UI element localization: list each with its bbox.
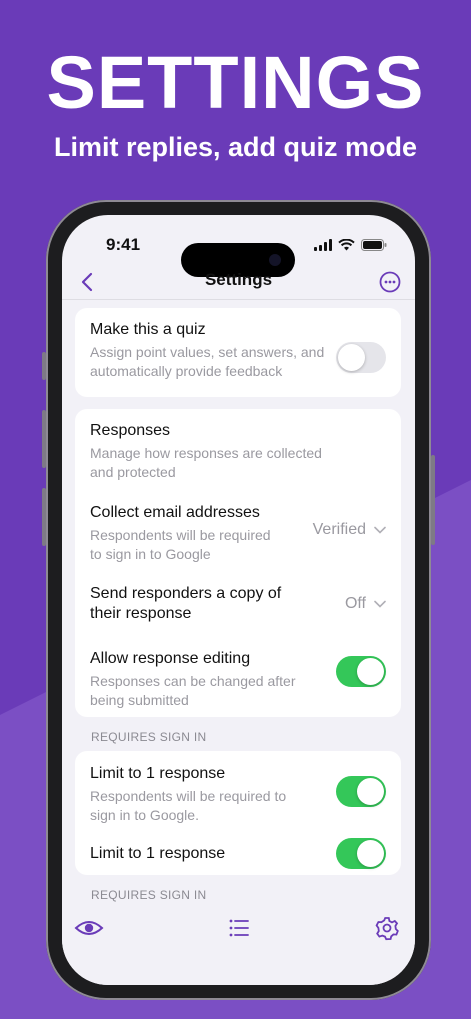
section-label-requires-sign-in: REQUIRES SIGN IN <box>91 730 207 744</box>
responses-title: Responses <box>90 422 171 439</box>
tab-bar <box>62 905 415 985</box>
hero-title: SETTINGS <box>46 41 425 124</box>
limit-row-2: Limit to 1 response <box>90 838 386 869</box>
send-copy-row[interactable]: Send responders a copy of their response… <box>90 584 386 624</box>
collect-email-row[interactable]: Collect email addresses Respondents will… <box>90 503 386 564</box>
toggle-knob <box>338 344 365 371</box>
phone-screen: 9:41 Settings Make this a quiz Assign po… <box>62 215 415 985</box>
quiz-row: Make this a quiz Assign point values, se… <box>90 320 386 381</box>
signal-icon <box>314 239 332 251</box>
eye-icon[interactable] <box>74 915 104 941</box>
wifi-icon <box>338 239 355 251</box>
phone-mute-switch <box>42 352 46 380</box>
phone-volume-up-button <box>42 410 46 468</box>
chevron-down-icon <box>374 526 386 534</box>
chevron-down-icon <box>374 600 386 608</box>
collect-email-description: Respondents will be required to sign in … <box>90 527 271 562</box>
collect-email-value: Verified <box>312 521 366 538</box>
limit-row-1: Limit to 1 response Respondents will be … <box>90 764 386 825</box>
collect-email-select[interactable]: Verified <box>313 521 386 539</box>
page-title: Settings <box>204 270 273 289</box>
list-icon[interactable] <box>224 915 254 941</box>
navigation-bar: Settings <box>62 265 415 299</box>
allow-editing-row: Allow response editing Responses can be … <box>90 649 386 710</box>
responses-header: Responses Manage how responses are colle… <box>90 421 386 482</box>
send-copy-select[interactable]: Off <box>345 595 386 613</box>
toggle-knob <box>357 840 384 867</box>
limit-toggle-2[interactable] <box>336 838 386 869</box>
status-bar: 9:41 <box>62 235 415 277</box>
gear-icon[interactable] <box>372 915 402 941</box>
limit-card: Limit to 1 response Respondents will be … <box>75 751 401 875</box>
collect-email-title: Collect email addresses <box>90 504 260 521</box>
nav-divider <box>62 299 415 300</box>
send-copy-title: Send responders a copy of their response <box>90 585 282 622</box>
quiz-title: Make this a quiz <box>90 321 206 338</box>
limit-toggle-1[interactable] <box>336 776 386 807</box>
phone-volume-down-button <box>42 488 46 546</box>
responses-description: Manage how responses are collected and p… <box>90 445 322 480</box>
quiz-toggle[interactable] <box>336 342 386 373</box>
status-time: 9:41 <box>106 235 141 254</box>
hero-subtitle: Limit replies, add quiz mode <box>53 132 418 162</box>
section-label-requires-sign-in-2: REQUIRES SIGN IN <box>91 888 207 902</box>
limit-description-1: Respondents will be required to sign in … <box>90 788 287 823</box>
allow-editing-toggle[interactable] <box>336 656 386 687</box>
toggle-knob <box>357 658 384 685</box>
quiz-description: Assign point values, set answers, and au… <box>90 344 325 379</box>
allow-editing-description: Responses can be changed after being sub… <box>90 673 296 708</box>
responses-card: Responses Manage how responses are colle… <box>75 409 401 717</box>
send-copy-value: Off <box>344 595 366 612</box>
quiz-card: Make this a quiz Assign point values, se… <box>75 308 401 397</box>
toggle-knob <box>357 778 384 805</box>
more-circle-icon[interactable] <box>375 267 405 297</box>
phone-power-button <box>431 455 435 545</box>
system-icons <box>314 238 387 252</box>
battery-icon <box>361 239 387 251</box>
